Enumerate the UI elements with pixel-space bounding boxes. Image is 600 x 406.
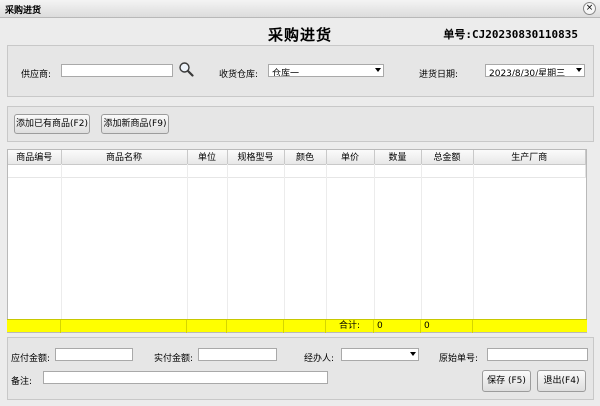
handler-label: 经办人:: [304, 354, 335, 364]
column-header-unit[interactable]: 单位: [187, 150, 228, 165]
toolbar-panel: [7, 106, 594, 142]
paid-amount-input[interactable]: [198, 348, 277, 361]
save-button[interactable]: 保存 (F5): [482, 370, 531, 392]
supplier-input[interactable]: [61, 64, 173, 77]
warehouse-value: 仓库一: [272, 69, 300, 77]
warehouse-label: 收货仓库:: [219, 70, 259, 80]
chevron-down-icon: [375, 68, 381, 72]
search-icon[interactable]: [178, 61, 194, 77]
column-header-quantity[interactable]: 数量: [374, 150, 422, 165]
column-header-manufacturer[interactable]: 生产厂商: [473, 150, 586, 165]
payable-label: 应付金额:: [11, 354, 51, 364]
window-title: 采购进货: [5, 6, 42, 16]
product-grid[interactable]: 商品编号 商品名称 单位 规格型号 颜色 单价 数量 总金额 生产厂商: [7, 149, 587, 333]
chevron-down-icon: [576, 68, 582, 72]
window-titlebar: 采购进货 ×: [0, 0, 600, 18]
totals-label: 合计:: [325, 320, 373, 333]
remark-label: 备注:: [11, 377, 33, 387]
chevron-down-icon: [410, 352, 416, 356]
supplier-label: 供应商:: [21, 70, 52, 80]
product-table: 商品编号 商品名称 单位 规格型号 颜色 单价 数量 总金额 生产厂商: [8, 150, 586, 178]
exit-button[interactable]: 退出(F4): [537, 370, 586, 392]
close-icon[interactable]: ×: [583, 2, 596, 15]
column-header-total-amount[interactable]: 总金额: [421, 150, 474, 165]
grid-column-lines: [8, 164, 586, 320]
totals-amount: 0: [420, 320, 472, 333]
column-header-product-code[interactable]: 商品编号: [8, 150, 62, 165]
date-value: 2023/8/30/星期三: [489, 69, 566, 77]
original-no-label: 原始单号:: [439, 354, 479, 364]
add-new-product-button[interactable]: 添加新商品(F9): [101, 114, 169, 134]
column-header-product-name[interactable]: 商品名称: [61, 150, 188, 165]
order-number: 单号:CJ20230830110835: [443, 28, 578, 41]
date-label: 进货日期:: [419, 70, 459, 80]
table-row[interactable]: [8, 164, 586, 178]
column-header-color[interactable]: 颜色: [284, 150, 327, 165]
totals-quantity: 0: [373, 320, 420, 333]
remark-input[interactable]: [43, 371, 328, 384]
paid-label: 实付金额:: [154, 354, 194, 364]
payable-amount-input[interactable]: [55, 348, 133, 361]
column-header-unit-price[interactable]: 单价: [326, 150, 375, 165]
original-number-input[interactable]: [487, 348, 588, 361]
handler-select[interactable]: [341, 348, 419, 361]
warehouse-select[interactable]: 仓库一: [268, 64, 384, 77]
totals-row: 合计: 0 0: [7, 319, 587, 333]
date-picker[interactable]: 2023/8/30/星期三: [485, 64, 585, 77]
add-existing-product-button[interactable]: 添加已有商品(F2): [14, 114, 90, 134]
column-header-spec[interactable]: 规格型号: [227, 150, 285, 165]
